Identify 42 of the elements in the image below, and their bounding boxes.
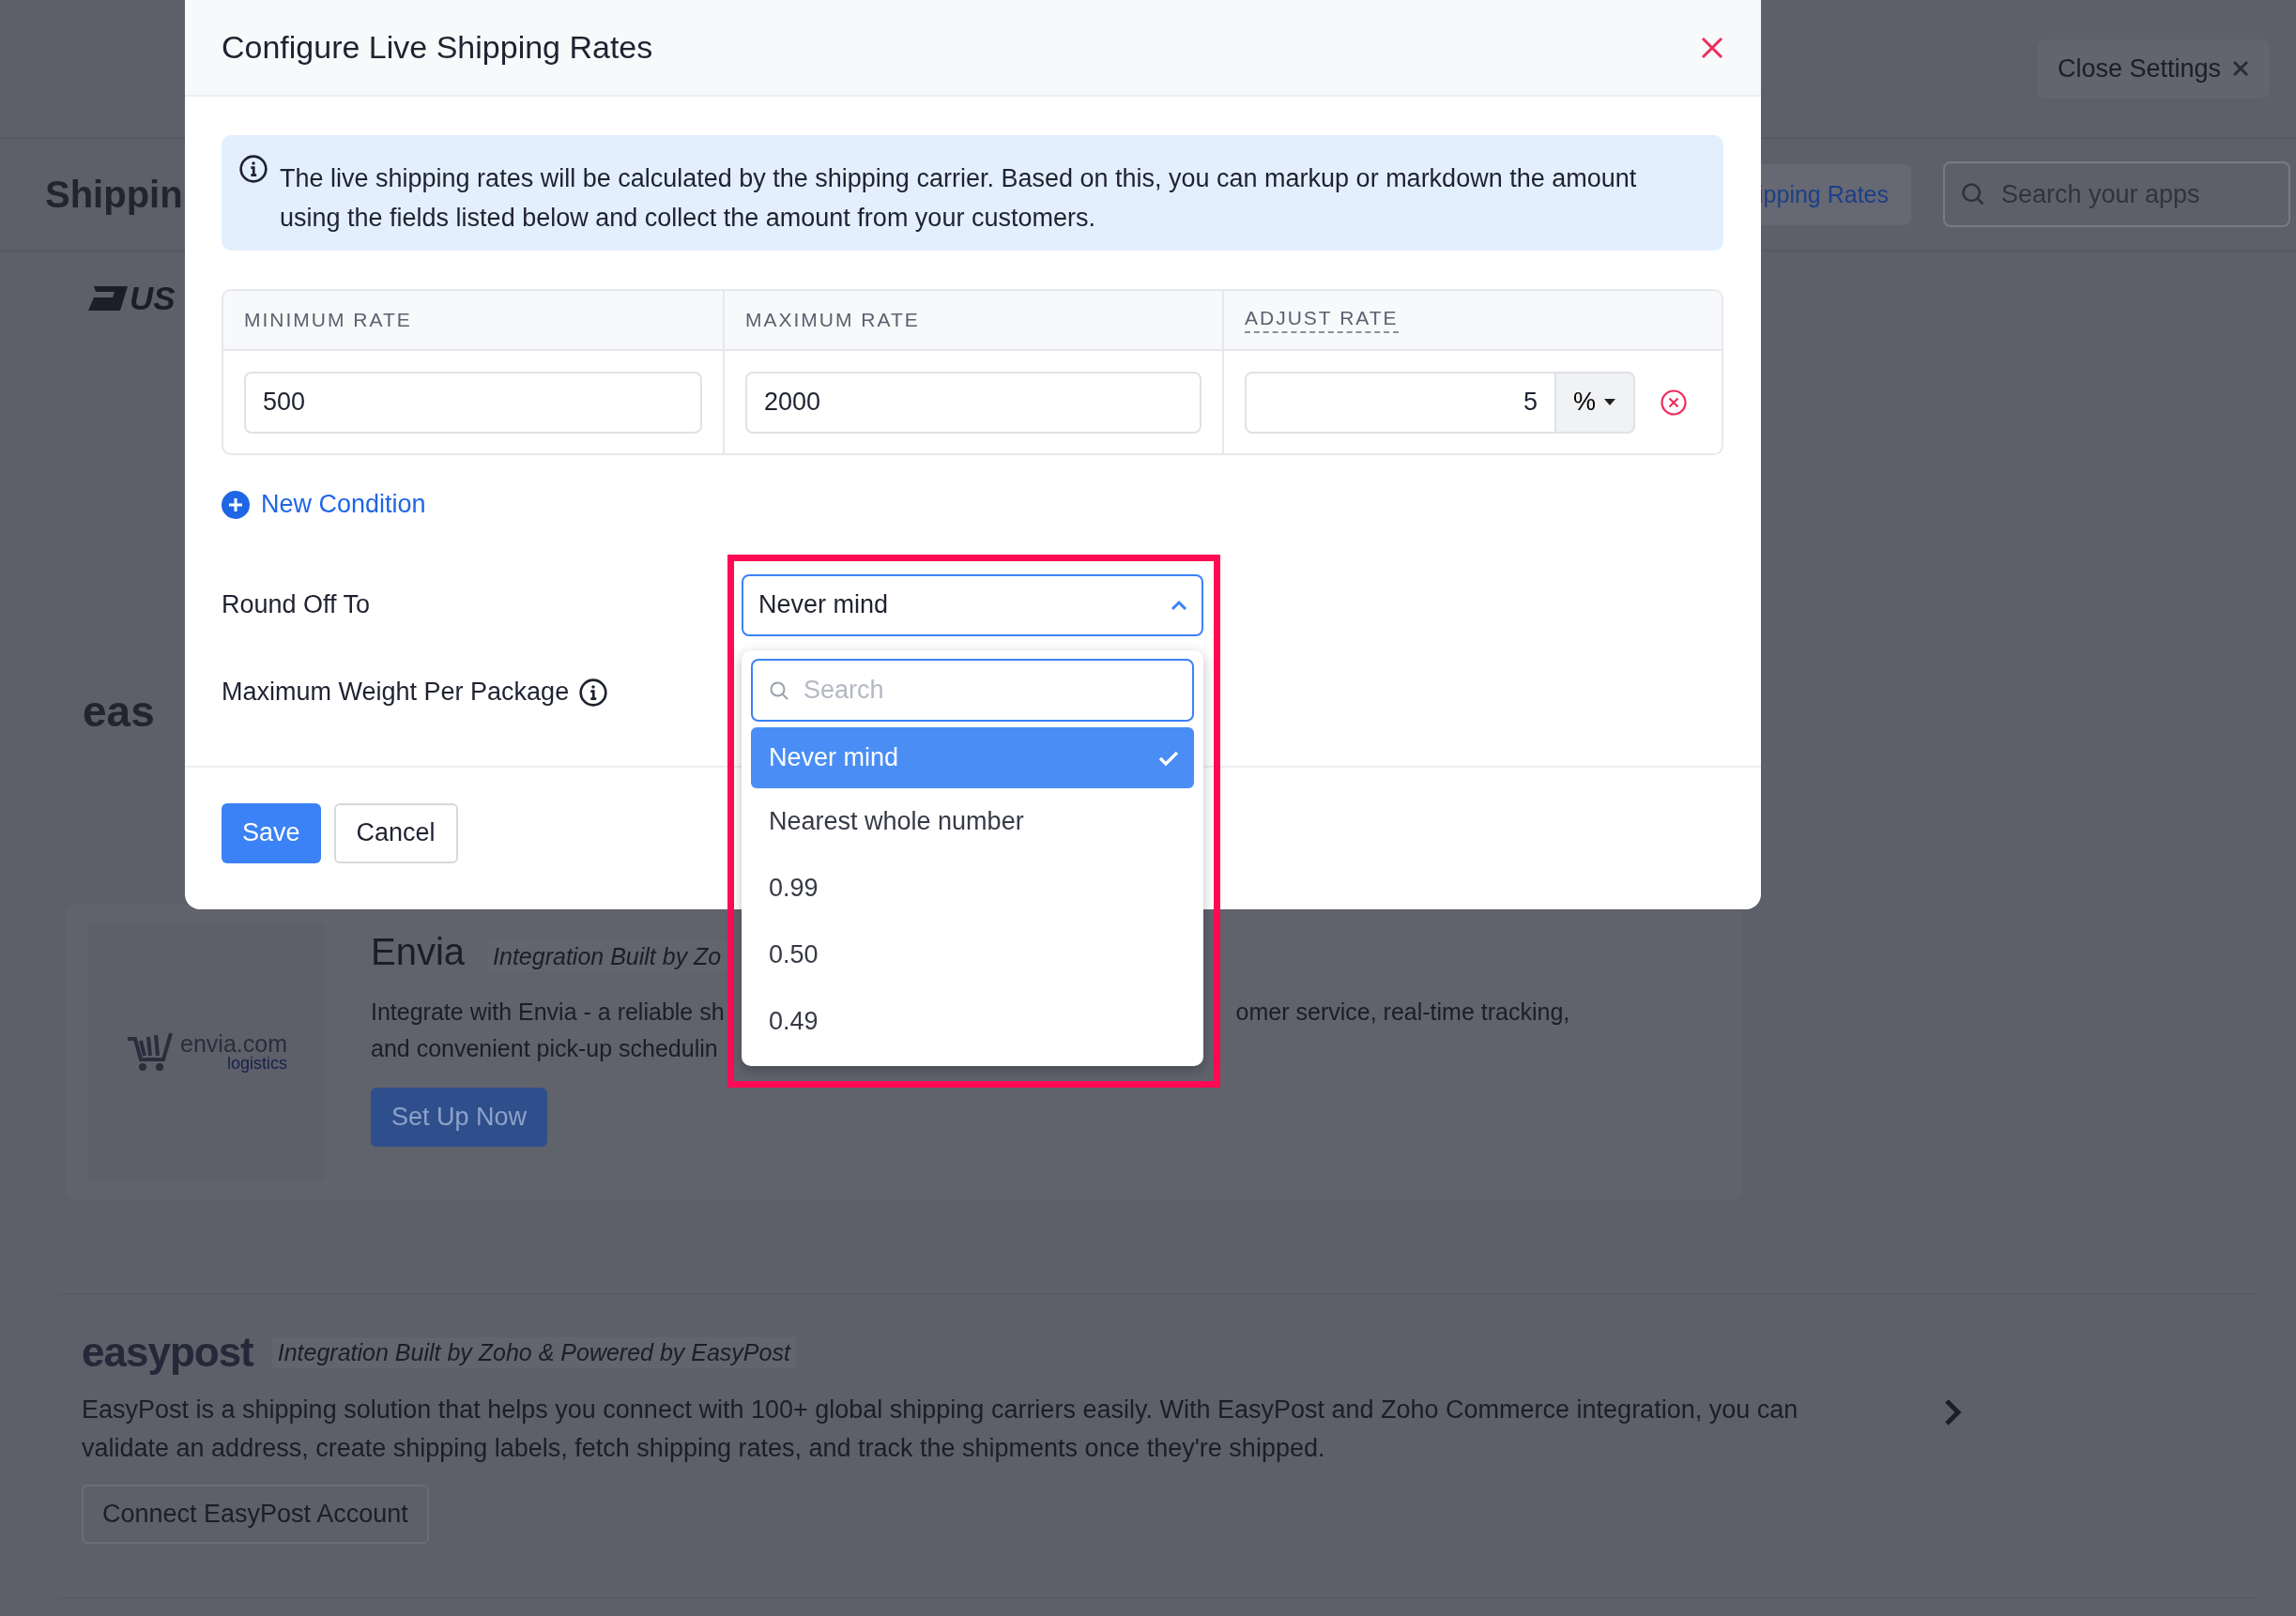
cancel-button[interactable]: Cancel xyxy=(333,802,458,863)
adjust-rate-field[interactable]: 5 xyxy=(1245,371,1556,434)
check-icon xyxy=(1158,749,1179,767)
remove-icon[interactable] xyxy=(1660,388,1688,417)
column-header: MINIMUM RATE xyxy=(244,309,412,331)
chevron-right-icon[interactable] xyxy=(1943,1398,1962,1426)
maximum-rate-field[interactable]: 2000 xyxy=(745,371,1202,434)
dropdown-option[interactable]: 0.50 xyxy=(751,921,1194,988)
minimum-rate-field[interactable]: 500 xyxy=(244,371,702,434)
integration-tagline: Integration Built by Zoho & Powered by EasyPost xyxy=(271,1336,796,1368)
search-field[interactable]: Search xyxy=(751,658,1194,722)
info-icon xyxy=(578,677,609,708)
logo-text: eas xyxy=(83,686,155,737)
description-text: omer service, real-time tracking, xyxy=(1235,999,1570,1025)
column-header: ADJUST RATE xyxy=(1245,307,1399,333)
dropdown-option[interactable]: 0.99 xyxy=(751,854,1194,922)
dropdown-option[interactable]: Nearest whole number xyxy=(751,787,1194,855)
info-icon xyxy=(238,154,268,184)
caret-icon xyxy=(1603,398,1616,406)
logo-text: easypost xyxy=(82,1329,253,1376)
integration-name: Envia xyxy=(371,931,466,973)
new-condition-link[interactable]: New Condition xyxy=(222,490,426,519)
logo-subtext: logistics xyxy=(226,1054,287,1074)
description-text: Integrate with Envia - a reliable sh xyxy=(371,999,725,1025)
description-text: EasyPost is a shipping solution that helps you connect with 100+ global shipping carriers easily. With EasyPost and Zoho Commerce integration, you can validate an address, create shipping labels, fetch shipping rates, and track the shipments once they're shipped. xyxy=(82,1395,1799,1464)
save-button[interactable]: Save xyxy=(222,802,321,863)
description-text: and convenient pick-up schedulin xyxy=(371,1035,718,1061)
info-text: The live shipping rates will be calculated by the shipping carrier. Based on this, you can markup or markdown the amount using the fields listed below and collect the amount from your customers. xyxy=(280,163,1638,234)
plus-icon xyxy=(222,490,250,519)
modal-title: Configure Live Shipping Rates xyxy=(222,29,653,66)
unit-dropdown[interactable]: % xyxy=(1556,371,1635,434)
field-label: Maximum Weight Per Package xyxy=(222,678,570,707)
round-off-select[interactable]: Never mind xyxy=(742,573,1203,636)
close-icon[interactable] xyxy=(1701,36,1723,59)
logo-text: US xyxy=(130,280,176,317)
field-label: Round Off To xyxy=(222,590,371,619)
chevron-up-icon xyxy=(1170,598,1188,612)
search-icon xyxy=(1960,181,1986,207)
dropdown-option[interactable]: 0.49 xyxy=(751,987,1194,1055)
close-icon xyxy=(2232,60,2249,77)
page-title: Shippin xyxy=(45,173,183,216)
column-header: MAXIMUM RATE xyxy=(745,309,920,331)
